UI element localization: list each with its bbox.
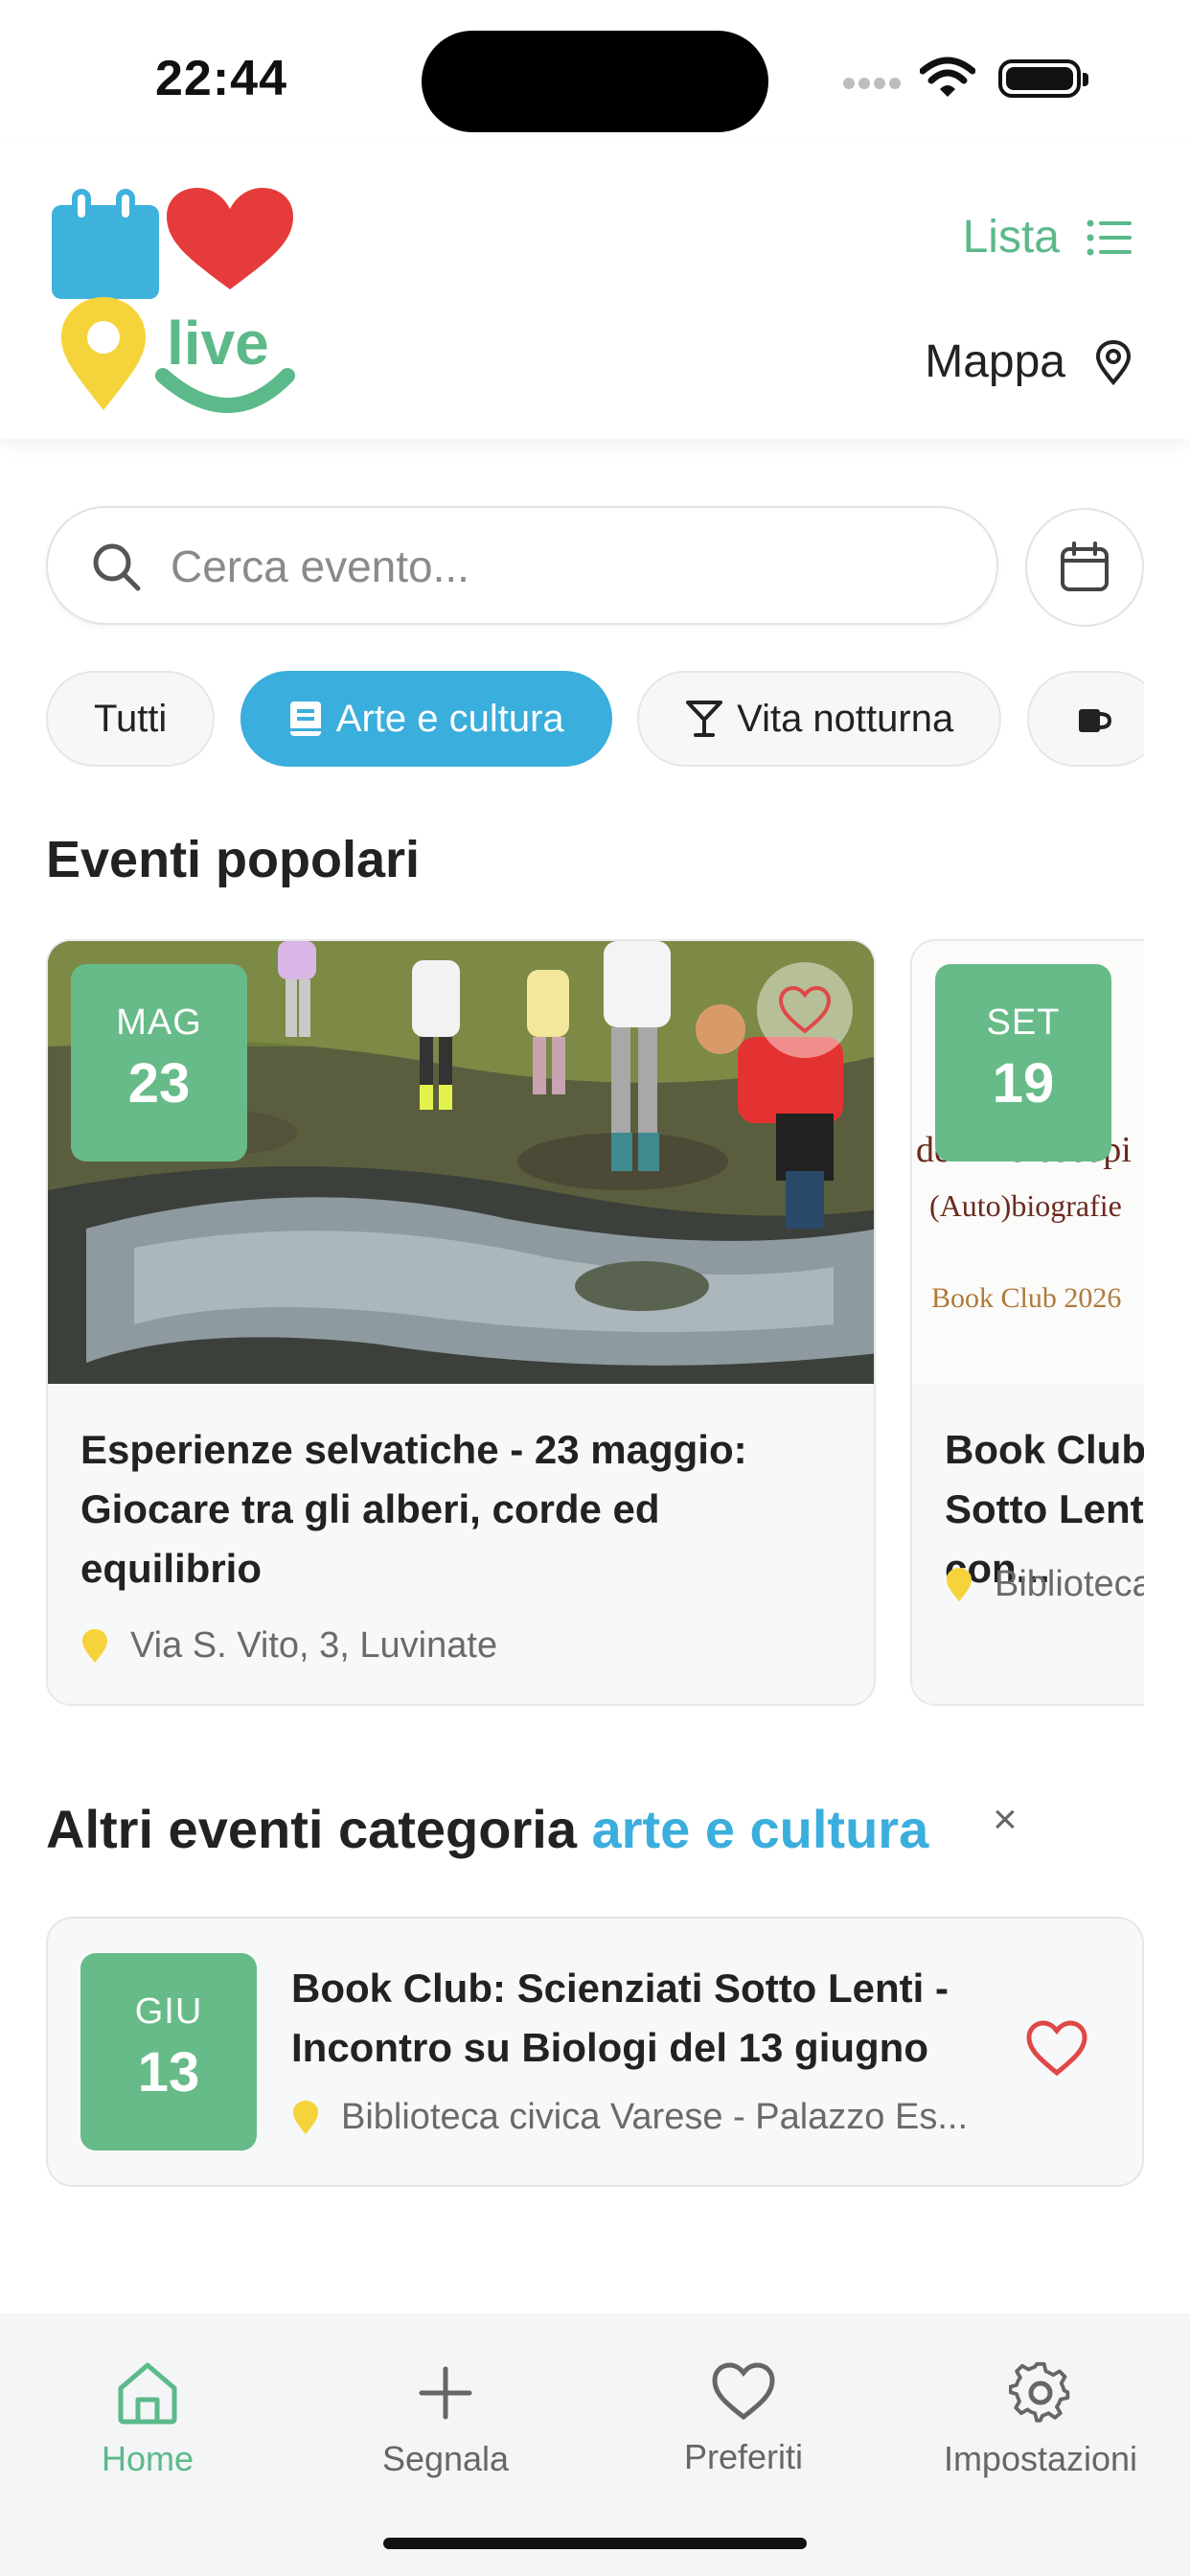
chip-tutti[interactable]: Tutti	[46, 671, 216, 767]
app-logo: live	[52, 188, 295, 413]
list-view-label: Lista	[962, 212, 1060, 263]
map-view-button[interactable]: Mappa	[925, 335, 1133, 388]
chip-more-category[interactable]	[1026, 671, 1144, 767]
chip-label: Tutti	[94, 697, 168, 740]
event-location: Via S. Vito, 3, Luvinate	[80, 1625, 855, 1667]
event-date-badge: GIU 13	[80, 1953, 257, 2150]
home-icon	[118, 2362, 177, 2425]
cocktail-icon	[686, 701, 723, 737]
section-title-more: Altri eventi categoria arte e cultura	[46, 1798, 928, 1860]
wifi-icon	[920, 57, 975, 97]
chip-arte-e-cultura[interactable]: Arte e cultura	[240, 671, 612, 767]
event-list-item[interactable]: GIU 13 Book Club: Scienziati Sotto Lenti…	[46, 1917, 1144, 2187]
section-title-popular: Eventi popolari	[46, 831, 421, 888]
clear-category-button[interactable]: ×	[993, 1796, 1018, 1844]
event-date-badge: MAG 23	[71, 964, 247, 1162]
tab-label: Segnala	[381, 2439, 510, 2478]
section-title-category: arte e cultura	[591, 1799, 929, 1859]
event-month: MAG	[116, 1002, 202, 1043]
event-month: SET	[986, 1002, 1061, 1043]
heart-icon	[778, 985, 832, 1034]
favorite-button[interactable]	[757, 962, 853, 1058]
tab-label: Preferiti	[683, 2437, 804, 2476]
event-month: GIU	[134, 1991, 203, 2032]
event-date-badge: SET 19	[935, 964, 1111, 1162]
tab-label: Home	[101, 2439, 195, 2478]
heart-icon	[712, 2362, 775, 2421]
search-bar[interactable]	[46, 506, 998, 625]
event-card[interactable]: MAG 23 Esperienze selvatiche - 23 maggio…	[46, 939, 876, 1706]
tab-home[interactable]: Home	[33, 2361, 263, 2479]
gear-icon	[1008, 2361, 1070, 2423]
battery-icon	[998, 59, 1088, 98]
tab-label: Impostazioni	[943, 2439, 1138, 2478]
plus-icon	[419, 2366, 472, 2420]
tab-segnala[interactable]: Segnala	[331, 2361, 561, 2479]
calendar-filter-button[interactable]	[1025, 508, 1144, 627]
section-title-prefix: Altri eventi categoria	[46, 1799, 577, 1859]
list-view-button[interactable]: Lista	[963, 211, 1133, 264]
map-view-label: Mappa	[925, 336, 1065, 387]
location-pin-icon	[82, 1628, 107, 1663]
chip-vita-notturna[interactable]: Vita notturna	[637, 671, 1002, 767]
bottom-tab-bar: Home Segnala Preferiti Impostazioni	[0, 2313, 1190, 2576]
list-icon	[1087, 219, 1132, 255]
app-header: live Lista Mappa	[0, 144, 1190, 439]
home-indicator	[383, 2538, 807, 2549]
category-chips: Tutti Arte e cultura Vita notturna	[46, 671, 1144, 770]
event-day: 23	[127, 1052, 191, 1115]
event-title: Esperienze selvatiche - 23 maggio: Gioca…	[80, 1427, 747, 1591]
event-location-text: Biblioteca civica Varese - Palazzo Es...	[341, 2097, 969, 2137]
event-location-text: Biblioteca civica Varese	[995, 1564, 1144, 1604]
mug-icon	[1078, 709, 1111, 732]
status-bar: 22:44	[0, 0, 1190, 144]
tab-preferiti[interactable]: Preferiti	[629, 2361, 858, 2477]
event-card[interactable]: del microscopi (Auto)biografie Book Club…	[910, 939, 1144, 1706]
heart-icon[interactable]	[1025, 2020, 1088, 2078]
event-location-text: Via S. Vito, 3, Luvinate	[130, 1625, 498, 1666]
tab-impostazioni[interactable]: Impostazioni	[926, 2361, 1156, 2479]
search-input[interactable]	[169, 527, 958, 606]
event-day: 19	[992, 1052, 1055, 1115]
chip-label: Vita notturna	[737, 697, 954, 740]
chip-label: Arte e cultura	[335, 697, 564, 740]
poster-text: (Auto)biografie	[929, 1188, 1122, 1223]
logo-text: live	[167, 309, 269, 378]
event-title: Book Club: Scienziati Sotto Lenti - Inco…	[291, 1966, 949, 2070]
event-day: 13	[137, 2041, 200, 2104]
calendar-icon	[1061, 541, 1109, 591]
search-icon	[93, 543, 141, 591]
location-pin-icon	[947, 1567, 972, 1601]
map-pin-icon	[1095, 339, 1132, 385]
event-location: Biblioteca civica Varese	[945, 1564, 1144, 1605]
dynamic-island	[422, 31, 768, 132]
event-location: Biblioteca civica Varese - Palazzo Es...	[291, 2097, 1058, 2138]
book-icon	[289, 702, 321, 736]
popular-events-carousel: MAG 23 Esperienze selvatiche - 23 maggio…	[46, 939, 1144, 1708]
signal-icon	[843, 77, 904, 94]
location-pin-icon	[293, 2100, 318, 2134]
poster-text: Book Club 2026	[931, 1282, 1122, 1314]
status-time: 22:44	[155, 51, 287, 106]
